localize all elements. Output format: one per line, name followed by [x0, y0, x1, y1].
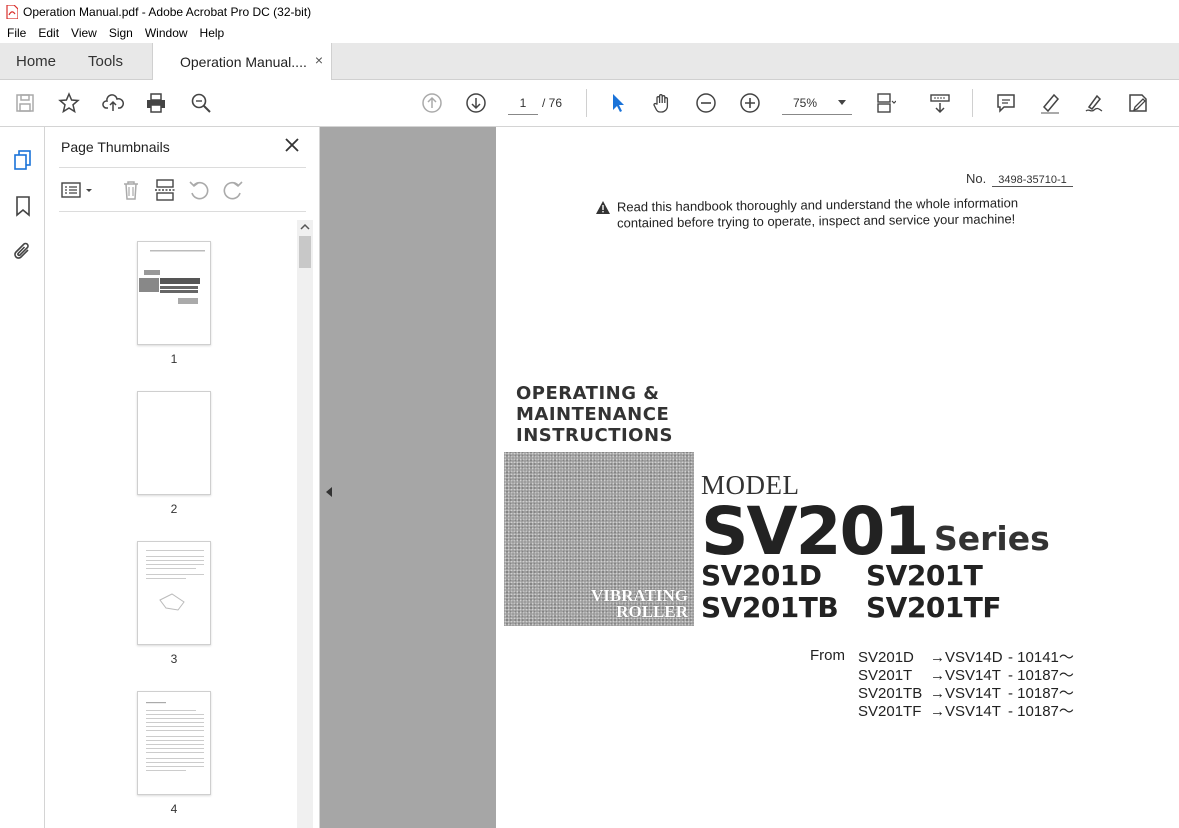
- toolbar-divider: [972, 89, 973, 117]
- delete-icon[interactable]: [119, 178, 143, 202]
- close-icon[interactable]: [283, 136, 301, 154]
- zoom-in-icon[interactable]: [737, 90, 763, 116]
- thumbnails-panel: Page Thumbnails 1 2 3 4: [45, 127, 320, 828]
- tab-close-icon[interactable]: ×: [315, 52, 323, 68]
- menu-edit[interactable]: Edit: [32, 26, 65, 40]
- tab-document[interactable]: Operation Manual.... ×: [152, 43, 332, 80]
- menu-file[interactable]: File: [0, 26, 32, 40]
- warning-text: Read this handbook thoroughly and unders…: [617, 195, 1087, 232]
- document-number: No. 3498-35710-1: [966, 171, 1073, 187]
- zoom-out-icon[interactable]: [693, 90, 719, 116]
- title-line: OPERATING &: [516, 383, 660, 404]
- title-line: INSTRUCTIONS: [516, 425, 673, 446]
- save-icon[interactable]: [12, 90, 38, 116]
- page-total: / 76: [542, 96, 563, 110]
- print-icon[interactable]: [143, 90, 169, 116]
- variant-sv201tb: SV201TB: [701, 591, 839, 624]
- menu-view[interactable]: View: [65, 26, 103, 40]
- menu-help[interactable]: Help: [194, 26, 231, 40]
- caption-line: ROLLER: [616, 602, 688, 621]
- thumbnail-page-1[interactable]: [137, 241, 211, 345]
- main-toolbar: [0, 80, 1179, 127]
- scrollbar-thumb[interactable]: [299, 236, 311, 268]
- comment-icon[interactable]: [993, 90, 1019, 116]
- panel-divider: [59, 211, 306, 212]
- rotate-left-icon[interactable]: [187, 178, 211, 202]
- pdf-file-icon: [6, 3, 19, 20]
- serial-prefix: →VSV14T: [930, 703, 1001, 720]
- panel-divider: [59, 167, 306, 168]
- series-label: Series: [934, 519, 1050, 558]
- menu-sign[interactable]: Sign: [103, 26, 139, 40]
- zoom-select[interactable]: 75%: [782, 91, 852, 115]
- tab-document-label: Operation Manual....: [180, 54, 307, 70]
- left-rail: [0, 127, 45, 828]
- thumbnail-number: 4: [170, 802, 178, 816]
- serial-row: SV201TF →VSV14T - 10187～: [858, 700, 1074, 721]
- thumbnail-options-icon[interactable]: [61, 178, 97, 202]
- page-fit-icon[interactable]: [872, 90, 898, 116]
- scroll-mode-icon[interactable]: [927, 90, 953, 116]
- thumbnail-number: 1: [170, 352, 178, 366]
- search-icon[interactable]: [188, 90, 214, 116]
- pdf-page: No. 3498-35710-1 Read this handbook thoro…: [496, 127, 1179, 828]
- variant-sv201tf: SV201TF: [866, 591, 1002, 624]
- title-line: MAINTENANCE: [516, 404, 670, 425]
- attachment-icon[interactable]: [11, 240, 35, 264]
- page-number-input[interactable]: 1: [508, 91, 538, 115]
- thumbnail-page-2[interactable]: [137, 391, 211, 495]
- manual-title: OPERATING & MAINTENANCE INSTRUCTIONS: [516, 383, 673, 446]
- thumbnail-number: 3: [170, 652, 178, 666]
- tab-bar: Home Tools Operation Manual.... ×: [0, 43, 1179, 80]
- document-number-label: No.: [966, 171, 987, 186]
- menu-bar: File Edit View Sign Window Help: [0, 23, 1179, 43]
- edit-pdf-icon[interactable]: [1125, 90, 1151, 116]
- upload-icon[interactable]: [100, 90, 126, 116]
- document-view[interactable]: No. 3498-35710-1 Read this handbook thoro…: [320, 127, 1179, 828]
- thumbnail-page-4[interactable]: [137, 691, 211, 795]
- highlight-icon[interactable]: [1037, 90, 1063, 116]
- page-thumbnails-icon[interactable]: [11, 148, 35, 172]
- document-number-value: 3498-35710-1: [992, 174, 1073, 187]
- page-up-icon[interactable]: [419, 90, 445, 116]
- warning-icon: [596, 201, 610, 214]
- hand-icon[interactable]: [649, 90, 675, 116]
- chevron-down-icon: [838, 100, 846, 105]
- tab-home[interactable]: Home: [16, 53, 56, 70]
- thumbnail-page-3[interactable]: [137, 541, 211, 645]
- cover-photo-caption: VIBRATING ROLLER: [591, 587, 688, 621]
- bookmark-icon[interactable]: [11, 194, 35, 218]
- variant-sv201t: SV201T: [866, 559, 983, 592]
- star-icon[interactable]: [56, 90, 82, 116]
- collapse-panel-icon[interactable]: [326, 487, 332, 497]
- variant-sv201d: SV201D: [701, 559, 822, 592]
- rotate-right-icon[interactable]: [221, 178, 245, 202]
- from-label: From: [810, 647, 845, 664]
- select-arrow-icon[interactable]: [605, 90, 631, 116]
- sign-icon[interactable]: [1081, 90, 1107, 116]
- thumbnails-scrollbar[interactable]: [297, 220, 313, 828]
- chevron-up-icon[interactable]: [297, 220, 313, 234]
- zoom-value: 75%: [793, 96, 818, 110]
- serial-number: - 10187～: [1008, 703, 1074, 720]
- panel-title: Page Thumbnails: [61, 139, 170, 155]
- cover-photo: VIBRATING ROLLER: [504, 452, 694, 626]
- page-down-icon[interactable]: [463, 90, 489, 116]
- thumbnail-number: 2: [170, 502, 178, 516]
- serial-model: SV201TF: [858, 703, 922, 720]
- title-bar: Operation Manual.pdf - Adobe Acrobat Pro…: [0, 0, 1179, 23]
- tab-tools[interactable]: Tools: [88, 53, 123, 70]
- insert-page-icon[interactable]: [153, 178, 177, 202]
- menu-window[interactable]: Window: [139, 26, 194, 40]
- toolbar-divider: [586, 89, 587, 117]
- window-title: Operation Manual.pdf - Adobe Acrobat Pro…: [23, 4, 312, 19]
